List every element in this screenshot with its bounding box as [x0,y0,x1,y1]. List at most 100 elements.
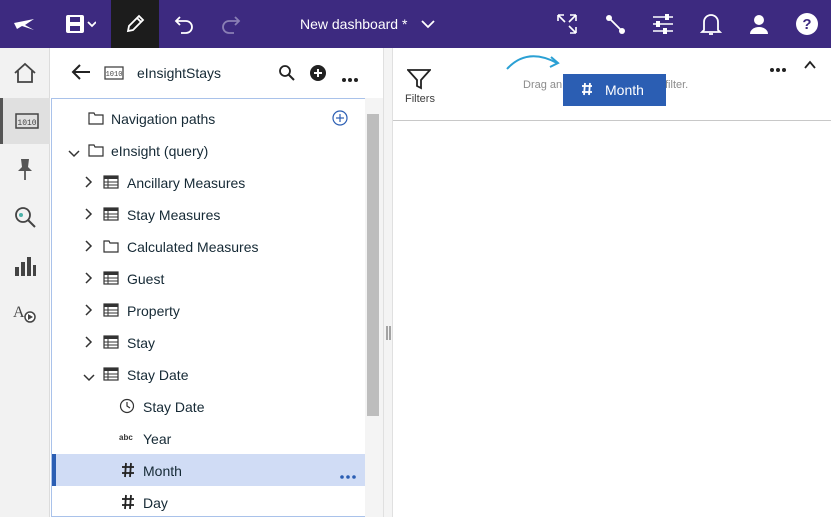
data-tree: Navigation paths eInsight (query) Ancill… [51,98,383,517]
folder-icon [103,239,119,256]
bell-icon[interactable] [696,0,726,48]
edit-pencil-icon[interactable] [111,0,159,48]
tree-item-label: Calculated Measures [127,239,259,255]
chevron-right-icon[interactable] [85,175,93,191]
more-options-icon[interactable] [341,70,359,88]
filter-bar: Filters Drag an filter. Month [393,48,831,121]
tree-item-month[interactable]: Month [52,454,365,486]
dragged-field-label: Month [605,82,644,98]
tree-item-day[interactable]: Day [52,486,365,518]
data-sources-icon[interactable]: 1010 [0,98,50,144]
drag-hint-text-end: filter. [665,79,689,91]
table-icon [103,335,119,352]
more-options-icon[interactable] [769,60,787,78]
explore-icon[interactable] [0,194,50,240]
save-icon [66,15,96,33]
tree-item-property[interactable]: Property [52,294,365,326]
chevron-right-icon[interactable] [85,207,93,223]
chevron-right-icon[interactable] [85,239,93,255]
tree-item-calculated-measures[interactable]: Calculated Measures [52,230,365,262]
tree-item-label: Stay Date [127,367,189,383]
tree-item-label: Stay Measures [127,207,221,223]
svg-text:A: A [13,304,25,321]
data-source-icon: 1010 [104,65,124,86]
table-icon [103,303,119,320]
more-options-icon[interactable] [339,467,357,483]
user-icon[interactable] [744,0,774,48]
tree-item-navigation-paths[interactable]: Navigation paths [52,102,365,134]
selection-indicator [52,454,56,486]
dragged-field-chip[interactable]: Month [563,74,666,106]
folder-icon [88,143,104,160]
chevron-down-icon[interactable] [68,145,80,161]
chevron-down-icon[interactable] [83,369,95,385]
table-icon [103,271,119,288]
plane-logo-icon[interactable] [8,0,40,48]
home-icon[interactable] [0,50,50,96]
abc-icon: abc [119,433,133,442]
top-toolbar: New dashboard * ? [0,0,831,48]
hash-icon [121,462,135,481]
dashboard-title-dropdown[interactable]: New dashboard * [300,0,436,48]
help-icon[interactable]: ? [792,0,822,48]
expand-icon[interactable] [552,0,582,48]
panel-title: eInsightStays [137,65,222,81]
undo-icon[interactable] [170,0,198,48]
panel-splitter[interactable] [383,48,393,517]
tree-item-label: Property [127,303,180,319]
filters-label: Filters [405,93,435,105]
widgets-icon[interactable]: A [0,290,50,336]
connection-icon[interactable] [600,0,630,48]
tree-item-label: Ancillary Measures [127,175,246,191]
panel-header: 1010 eInsightStays [51,48,383,98]
clock-icon [119,398,135,417]
tree-item-label: Stay [127,335,156,351]
redo-icon[interactable] [217,0,245,48]
filter-funnel-icon[interactable] [405,68,433,95]
add-circle-icon[interactable] [332,110,348,129]
back-arrow-icon[interactable] [71,63,91,86]
chevron-up-icon[interactable] [804,57,816,75]
tree-item-einsight-query[interactable]: eInsight (query) [52,134,365,166]
table-icon [103,175,119,192]
chevron-right-icon[interactable] [85,335,93,351]
tree-item-label: eInsight (query) [111,143,209,159]
tree-item-label: Navigation paths [111,111,216,127]
tree-item-ancillary-measures[interactable]: Ancillary Measures [52,166,365,198]
hash-icon [121,494,135,513]
svg-text:?: ? [802,16,811,33]
chevron-down-icon [421,16,436,32]
svg-text:1010: 1010 [106,71,123,79]
save-button[interactable] [56,0,104,48]
tree-item-year[interactable]: abc Year [52,422,365,454]
pin-icon[interactable] [0,146,50,192]
visualizations-icon[interactable] [0,242,50,288]
dashboard-title: New dashboard * [300,16,408,32]
tree-item-label: Day [143,495,168,511]
tree-item-guest[interactable]: Guest [52,262,365,294]
dashboard-canvas: Filters Drag an filter. Month [393,48,831,517]
scrollbar-thumb[interactable] [367,114,379,416]
table-icon [103,367,119,384]
chevron-right-icon[interactable] [85,303,93,319]
sliders-icon[interactable] [648,0,678,48]
drop-arrow-icon [505,51,565,82]
chevron-right-icon[interactable] [85,271,93,287]
left-rail: 1010 A [0,48,50,517]
hash-icon [581,82,593,99]
search-icon[interactable] [278,64,296,87]
tree-item-stay[interactable]: Stay [52,326,365,358]
tree-item-label: Year [143,431,172,447]
folder-icon [88,111,104,128]
add-icon[interactable] [309,64,327,87]
tree-item-label: Month [143,463,182,479]
drag-handle-icon[interactable] [386,326,391,345]
tree-item-label: Stay Date [143,399,205,415]
svg-text:1010: 1010 [17,119,36,128]
tree-item-label: Guest [127,271,165,287]
table-icon [103,207,119,224]
data-panel: 1010 eInsightStays Navigation paths eIns… [51,48,383,517]
tree-item-stay-date-field[interactable]: Stay Date [52,390,365,422]
tree-item-stay-date-table[interactable]: Stay Date [52,358,365,390]
tree-item-stay-measures[interactable]: Stay Measures [52,198,365,230]
